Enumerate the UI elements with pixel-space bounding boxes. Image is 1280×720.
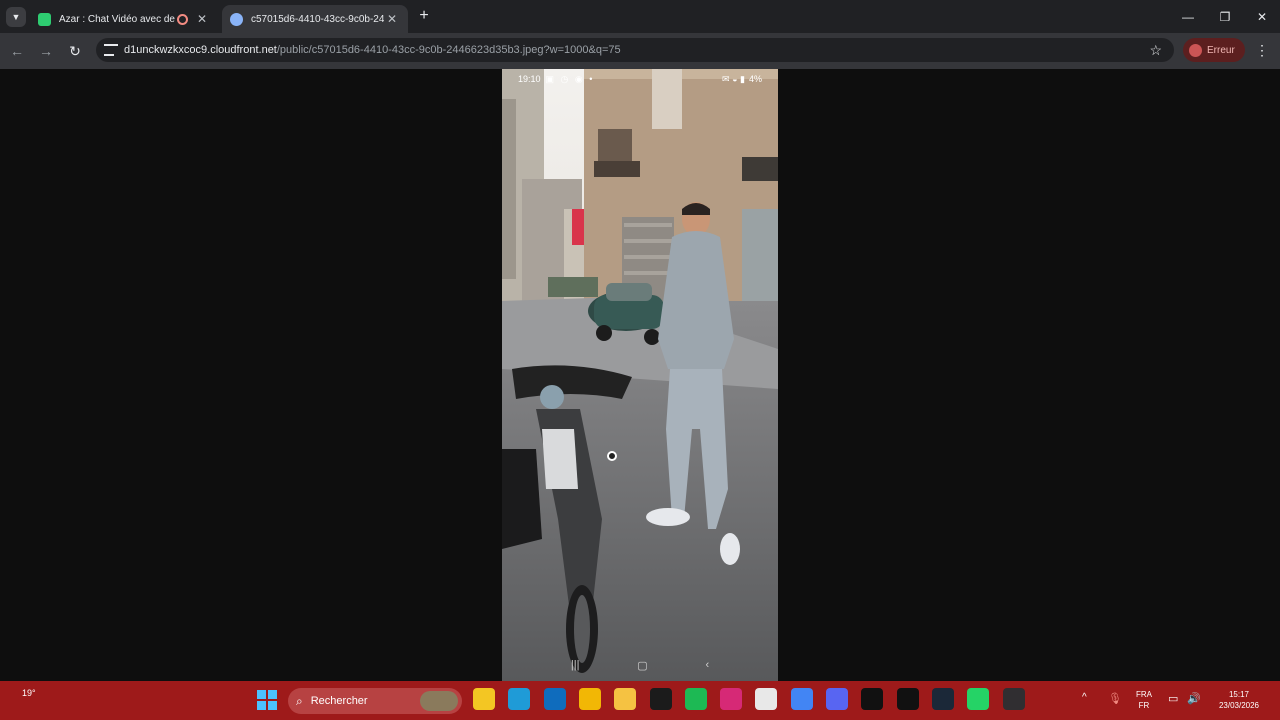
reload-icon: ↻: [69, 42, 81, 59]
tab-image[interactable]: c57015d6-4410-43cc-9c0b-244 ✕: [222, 5, 408, 33]
status-time: 19:10: [518, 74, 541, 84]
chevron-down-icon: ▼: [11, 12, 21, 22]
street-photo-illustration: [502, 69, 778, 681]
reload-button[interactable]: ↻: [64, 40, 86, 62]
recording-icon: [177, 13, 188, 25]
obs-app-icon[interactable]: [1002, 688, 1025, 710]
tab-azar[interactable]: Azar : Chat Vidéo avec de n ✕: [30, 5, 218, 33]
tab-search-button[interactable]: ▼: [6, 7, 26, 27]
r-app-icon[interactable]: [578, 688, 601, 710]
language-indicator[interactable]: FRA FR: [1132, 689, 1156, 711]
tab-title: c57015d6-4410-43cc-9c0b-244: [251, 13, 384, 25]
tray-overflow-icon[interactable]: ^: [1082, 692, 1096, 706]
restore-icon: ❐: [1219, 9, 1231, 24]
steam-app-icon[interactable]: [931, 688, 954, 710]
edge-app-icon[interactable]: [508, 688, 531, 710]
weather-temp: 19°: [22, 688, 36, 698]
spotify-app-icon[interactable]: [684, 688, 707, 710]
back-icon: ‹: [705, 659, 710, 671]
close-icon: ✕: [1256, 9, 1268, 24]
volume-icon[interactable]: 🔊: [1187, 692, 1201, 706]
more-vert-icon: ⋮: [1255, 42, 1269, 58]
plus-icon: +: [419, 7, 429, 24]
zoom-cursor-icon: [607, 451, 617, 461]
lang-bottom: FR: [1138, 701, 1150, 710]
clock-date: 23/03/2026: [1218, 701, 1260, 710]
search-highlight-icon: [420, 691, 458, 711]
site-settings-icon[interactable]: [104, 44, 118, 56]
microphone-icon[interactable]: 🎙: [1108, 692, 1122, 706]
forward-button[interactable]: →: [35, 40, 57, 62]
profile-status-label: Erreur: [1207, 44, 1235, 56]
explorer-app-icon[interactable]: [473, 688, 495, 710]
instagram-app-icon[interactable]: [720, 688, 743, 710]
tiktok-app-icon[interactable]: [896, 688, 919, 710]
lang-top: FRA: [1136, 690, 1152, 699]
weather-widget[interactable]: 19°: [22, 688, 52, 702]
signal-icon: ✉ ◒ ▮: [722, 73, 745, 84]
home-icon: ▢: [637, 659, 648, 672]
viewed-photo[interactable]: 19:10 ▣ ◷ ◉ • ✉ ◒ ▮ 4% ||| ▢ ‹: [502, 69, 778, 681]
profile-icon: [1189, 43, 1202, 57]
url-host: d1unckwzkxcoc9.cloudfront.net: [124, 44, 277, 56]
status-battery: 4%: [748, 74, 762, 84]
clock[interactable]: 15:17 23/03/2026: [1208, 689, 1270, 711]
status-icons: ▣ ◷ ◉ •: [545, 73, 595, 84]
menu-button[interactable]: ⋮: [1254, 40, 1270, 60]
restore-button[interactable]: ❐: [1207, 0, 1243, 33]
epic-games-app-icon[interactable]: [649, 688, 672, 710]
profile-error-button[interactable]: Erreur: [1183, 38, 1245, 62]
capcut-app-icon[interactable]: [861, 688, 884, 710]
bookmark-star-icon[interactable]: ☆: [1149, 42, 1162, 59]
new-tab-button[interactable]: +: [414, 6, 434, 26]
outlook-app-icon[interactable]: [543, 688, 566, 710]
taskbar-search[interactable]: ⌕ Rechercher: [288, 688, 462, 714]
windows-logo-icon: [257, 690, 266, 699]
discord-app-icon[interactable]: [826, 688, 848, 710]
files-app-icon[interactable]: [614, 688, 637, 710]
whatsapp-app-icon[interactable]: [967, 688, 990, 710]
arrow-right-icon: →: [39, 43, 53, 59]
network-icon[interactable]: ▭: [1168, 692, 1182, 706]
close-tab-icon[interactable]: ✕: [384, 11, 400, 27]
recents-icon: |||: [570, 659, 580, 671]
clock-time: 15:17: [1228, 690, 1250, 699]
address-bar[interactable]: d1unckwzkxcoc9.cloudfront.net/public/c57…: [96, 38, 1174, 62]
phone-status-bar: 19:10 ▣ ◷ ◉ • ✉ ◒ ▮ 4%: [502, 69, 778, 89]
store-app-icon[interactable]: [755, 688, 778, 710]
close-tab-icon[interactable]: ✕: [194, 11, 210, 27]
browser-tab-bar: ▼ Azar : Chat Vidéo avec de n ✕ c57015d6…: [0, 0, 1280, 33]
chrome-app-icon[interactable]: [790, 688, 813, 710]
minimize-button[interactable]: —: [1170, 0, 1206, 33]
tab-title: Azar : Chat Vidéo avec de n: [59, 13, 177, 25]
globe-favicon-icon: [230, 12, 243, 26]
search-icon: ⌕: [296, 693, 303, 708]
start-button[interactable]: [257, 690, 277, 710]
url-path: /public/c57015d6-4410-43cc-9c0b-2446623d…: [276, 44, 621, 56]
azar-favicon-icon: [38, 12, 51, 26]
arrow-left-icon: ←: [10, 43, 24, 59]
url-text[interactable]: d1unckwzkxcoc9.cloudfront.net/public/c57…: [124, 44, 621, 56]
close-window-button[interactable]: ✕: [1244, 0, 1280, 33]
back-button[interactable]: ←: [6, 40, 28, 62]
phone-nav-bar: ||| ▢ ‹: [502, 655, 778, 675]
search-placeholder: Rechercher: [310, 695, 368, 707]
minimize-icon: —: [1182, 9, 1194, 24]
